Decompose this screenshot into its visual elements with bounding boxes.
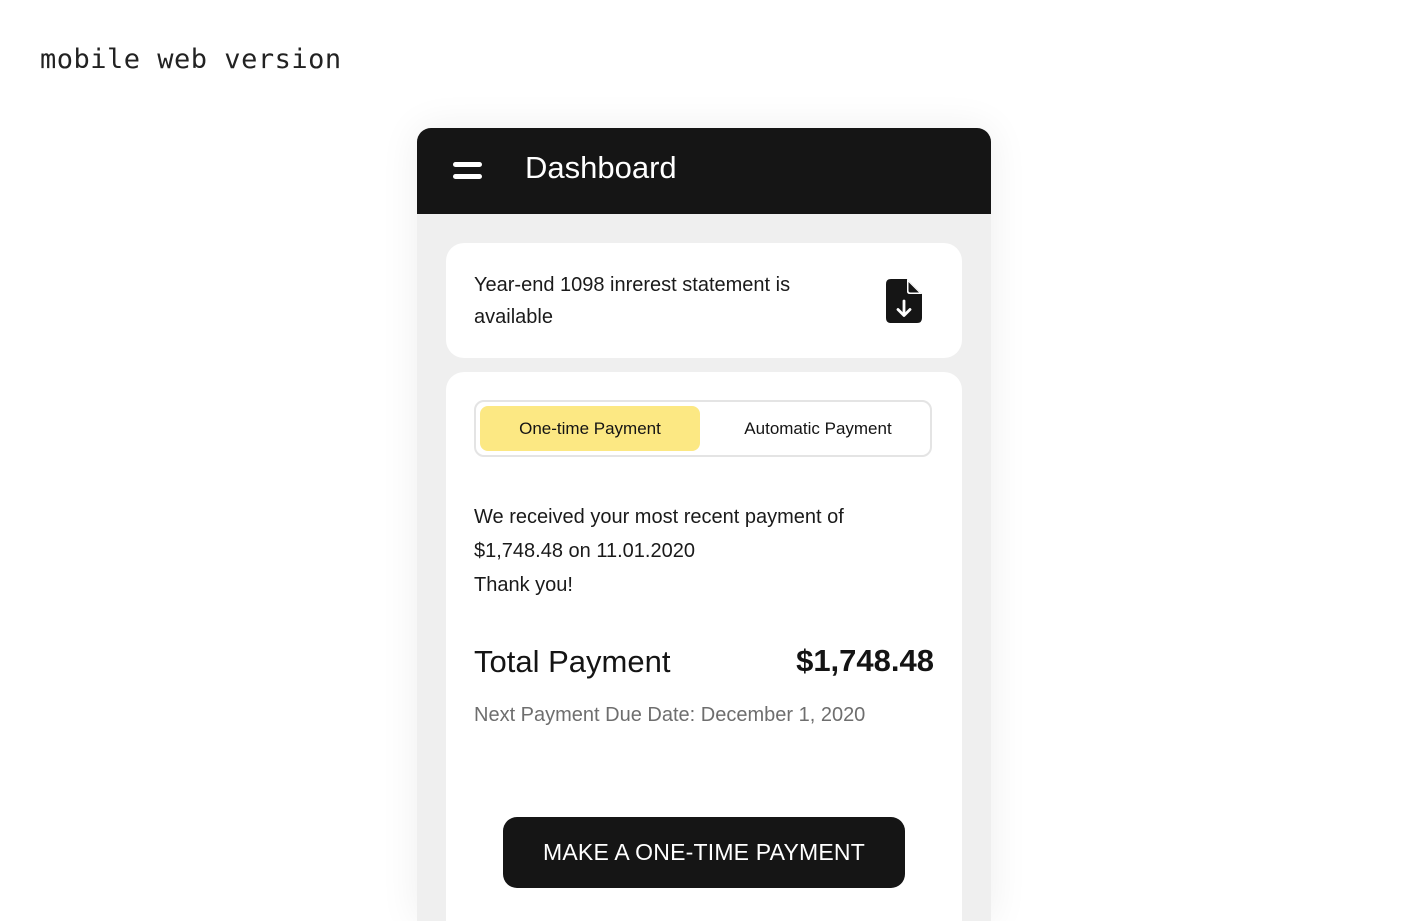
page-title: Dashboard xyxy=(525,150,677,185)
hamburger-menu-icon[interactable] xyxy=(453,161,483,181)
recent-payment-line1: We received your most recent payment of xyxy=(474,506,844,528)
tab-automatic-payment[interactable]: Automatic Payment xyxy=(706,406,930,451)
make-one-time-payment-button[interactable]: MAKE A ONE-TIME PAYMENT xyxy=(503,817,905,888)
page-caption: mobile web version xyxy=(40,44,342,75)
recent-payment-line2: $1,748.48 on 11.01.2020 xyxy=(474,540,695,562)
statement-notice-card: Year-end 1098 inrerest statement is avai… xyxy=(446,243,962,358)
statement-notice-text: Year-end 1098 inrerest statement is avai… xyxy=(474,274,791,328)
next-payment-due-date: Next Payment Due Date: December 1, 2020 xyxy=(474,704,866,726)
payment-type-toggle: One-time Payment Automatic Payment xyxy=(474,400,932,457)
thank-you-text: Thank you! xyxy=(474,574,573,596)
payment-card: One-time Payment Automatic Payment We re… xyxy=(446,372,962,921)
total-payment-label: Total Payment xyxy=(474,644,671,679)
recent-payment-message: We received your most recent payment of … xyxy=(474,500,904,602)
document-download-icon[interactable] xyxy=(886,279,922,323)
total-payment-amount: $1,748.48 xyxy=(796,643,934,678)
tab-one-time-payment[interactable]: One-time Payment xyxy=(480,406,700,451)
app-bar: Dashboard xyxy=(417,128,991,214)
mobile-frame: Dashboard Year-end 1098 inrerest stateme… xyxy=(417,128,991,921)
